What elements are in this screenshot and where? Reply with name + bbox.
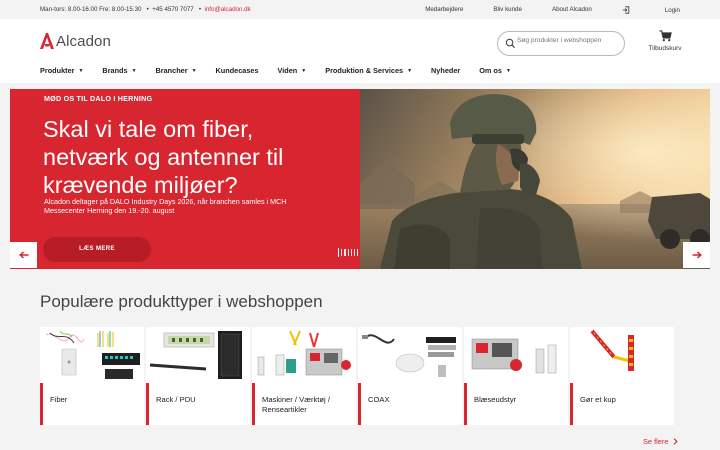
caret-down-icon: ▼ <box>78 67 84 74</box>
search-box[interactable] <box>497 31 625 56</box>
link-medarbejdere[interactable]: Medarbejdere <box>425 6 463 14</box>
nav-viden[interactable]: Viden ▼ <box>278 66 307 75</box>
hero-eyebrow: MØD OS TIL DALO I HERNING <box>44 94 153 103</box>
cart-label: Tilbudskurv <box>648 45 682 52</box>
nav-produkter[interactable]: Produkter ▼ <box>40 66 83 75</box>
blowing-equipment-image <box>471 338 557 374</box>
card-label: Maskiner / Værktøj / Renseartikler <box>262 395 330 414</box>
hero-soldier-image <box>360 89 710 269</box>
email-link[interactable]: info@alcadon.dk <box>204 6 250 13</box>
card-accent-bar <box>146 383 149 425</box>
next-slide-button[interactable] <box>683 242 710 268</box>
hero-banner: MØD OS TIL DALO I HERNING Skal vi tale o… <box>10 89 710 269</box>
logo-text: Alcadon <box>56 32 111 50</box>
link-about[interactable]: About Alcadon <box>552 6 592 14</box>
deal-image <box>590 329 634 371</box>
slide-dot[interactable] <box>341 249 343 256</box>
card-accent-bar <box>40 383 43 425</box>
login-icon <box>622 6 630 14</box>
card-label: Rack / PDU <box>156 395 196 404</box>
card-accent-bar <box>570 383 573 425</box>
product-card-rack-pdu[interactable]: Rack / PDU <box>146 327 250 425</box>
card-label: Fiber <box>50 395 68 404</box>
hero-headline: Skal vi tale om fiber, netværk og antenn… <box>43 116 284 198</box>
nav-brancher[interactable]: Brancher ▼ <box>156 66 197 75</box>
nav-nyheder[interactable]: Nyheder <box>431 66 460 75</box>
caret-down-icon: ▼ <box>505 67 511 74</box>
tools-image <box>257 330 351 376</box>
nav-brands[interactable]: Brands ▼ <box>102 66 136 75</box>
utility-links: Medarbejdere Bliv kunde About Alcadon Lo… <box>395 6 680 14</box>
shopping-cart-icon <box>659 30 672 42</box>
caret-down-icon: ▼ <box>407 67 413 74</box>
caret-down-icon: ▼ <box>191 67 197 74</box>
card-label: Blæseudstyr <box>474 395 517 404</box>
nav-label: Brancher <box>155 66 188 75</box>
read-more-button[interactable]: LÆS MERE <box>43 237 151 262</box>
slide-dot[interactable] <box>344 249 346 256</box>
section-title: Populære produkttyper i webshoppen <box>40 292 323 311</box>
search-input[interactable] <box>517 37 621 44</box>
hero-text-panel: MØD OS TIL DALO I HERNING Skal vi tale o… <box>10 89 375 269</box>
slide-dot[interactable] <box>357 249 359 256</box>
product-type-cards: Fiber Rack / PDU Maskiner / Værktøj / Re… <box>40 327 674 425</box>
coax-image <box>362 334 456 377</box>
card-label: Gør et kup <box>580 395 616 404</box>
nav-label: Nyheder <box>431 66 461 75</box>
caret-down-icon: ▼ <box>131 67 137 74</box>
main-nav: Produkter ▼ Brands ▼ Brancher ▼ Kundecases … <box>40 66 530 75</box>
card-accent-bar <box>464 383 467 425</box>
prev-slide-button[interactable] <box>10 242 37 268</box>
see-more-link[interactable]: Se flere <box>643 437 679 446</box>
nav-label: Om os <box>479 66 502 75</box>
rack-pdu-image <box>149 331 242 379</box>
nav-label: Produktion & Services <box>325 66 404 75</box>
nav-label: Produkter <box>40 66 75 75</box>
product-card-tools[interactable]: Maskiner / Værktøj / Renseartikler <box>252 327 356 425</box>
see-more-label: Se flere <box>643 437 669 446</box>
card-accent-bar <box>252 383 255 425</box>
slide-dot[interactable] <box>353 249 356 256</box>
login-link[interactable]: Login <box>622 6 680 14</box>
slide-dot[interactable] <box>350 249 352 256</box>
nav-kundecases[interactable]: Kundecases <box>216 66 259 75</box>
page: Man-tors: 8.00-16.00 Fre: 8.00-15.30 • +… <box>0 0 720 450</box>
nav-produktion-services[interactable]: Produktion & Services ▼ <box>325 66 412 75</box>
logo[interactable]: Alcadon <box>39 32 111 50</box>
opening-hours: Man-tors: 8.00-16.00 Fre: 8.00-15.30 <box>40 6 142 13</box>
card-label: COAX <box>368 395 390 404</box>
nav-label: Kundecases <box>215 66 259 75</box>
nav-om-os[interactable]: Om os ▼ <box>479 66 511 75</box>
contact-info: Man-tors: 8.00-16.00 Fre: 8.00-15.30 • +… <box>40 6 251 13</box>
phone-link[interactable]: +45 4570 7077 <box>152 6 193 13</box>
product-card-fiber[interactable]: Fiber <box>40 327 144 425</box>
utility-bar: Man-tors: 8.00-16.00 Fre: 8.00-15.30 • +… <box>0 0 720 19</box>
card-accent-bar <box>358 383 361 425</box>
arrow-left-icon <box>18 251 28 259</box>
quote-cart[interactable]: Tilbudskurv <box>643 30 687 52</box>
slide-dot[interactable] <box>338 248 340 257</box>
alcadon-logo-mark-icon <box>40 33 54 49</box>
arrow-right-icon <box>692 251 702 259</box>
slide-dot[interactable] <box>347 249 349 256</box>
chevron-right-icon <box>674 438 679 445</box>
product-card-coax[interactable]: COAX <box>358 327 462 425</box>
hero-body: Alcadon deltager på DALO Industry Days 2… <box>44 197 287 215</box>
caret-down-icon: ▼ <box>301 67 307 74</box>
site-header: Alcadon Tilbudskurv Produkter▼ Brands▼ B… <box>0 19 720 83</box>
search-icon <box>505 38 516 49</box>
product-card-blowing-equipment[interactable]: Blæseudstyr <box>464 327 568 425</box>
nav-label: Brands <box>102 66 128 75</box>
product-card-deal[interactable]: Gør et kup <box>570 327 674 425</box>
nav-label: Viden <box>277 66 298 75</box>
fiber-products-image <box>45 330 140 379</box>
link-bliv-kunde[interactable]: Bliv kunde <box>493 6 522 14</box>
login-label: Login <box>664 6 680 14</box>
